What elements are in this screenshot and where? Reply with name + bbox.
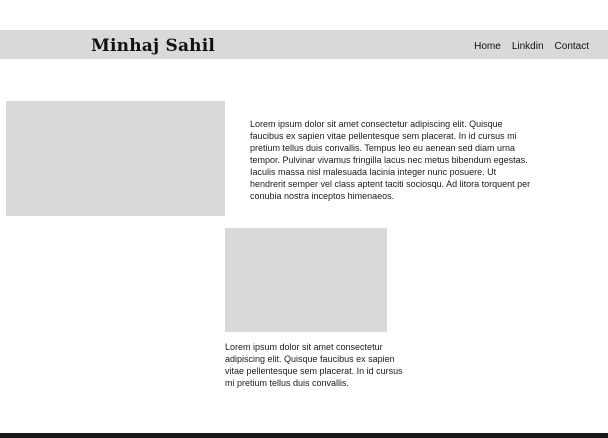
site-title: Minhaj Sahil [91, 36, 216, 56]
nav-menu: Home Linkdin Contact [474, 41, 589, 53]
nav-link-linkedin[interactable]: Linkdin [512, 41, 544, 53]
footer-bar [0, 433, 608, 438]
page: Minhaj Sahil Home Linkdin Contact Lorem … [0, 0, 608, 438]
header-bar: Minhaj Sahil Home Linkdin Contact [0, 30, 608, 59]
section-2-text: Lorem ipsum dolor sit amet consectetur a… [225, 342, 403, 388]
nav-link-contact[interactable]: Contact [555, 41, 589, 53]
nav-link-home[interactable]: Home [474, 41, 501, 53]
section-1-text: Lorem ipsum dolor sit amet consectetur a… [250, 119, 531, 201]
image-placeholder-2 [225, 228, 387, 332]
image-placeholder-1 [6, 101, 225, 216]
